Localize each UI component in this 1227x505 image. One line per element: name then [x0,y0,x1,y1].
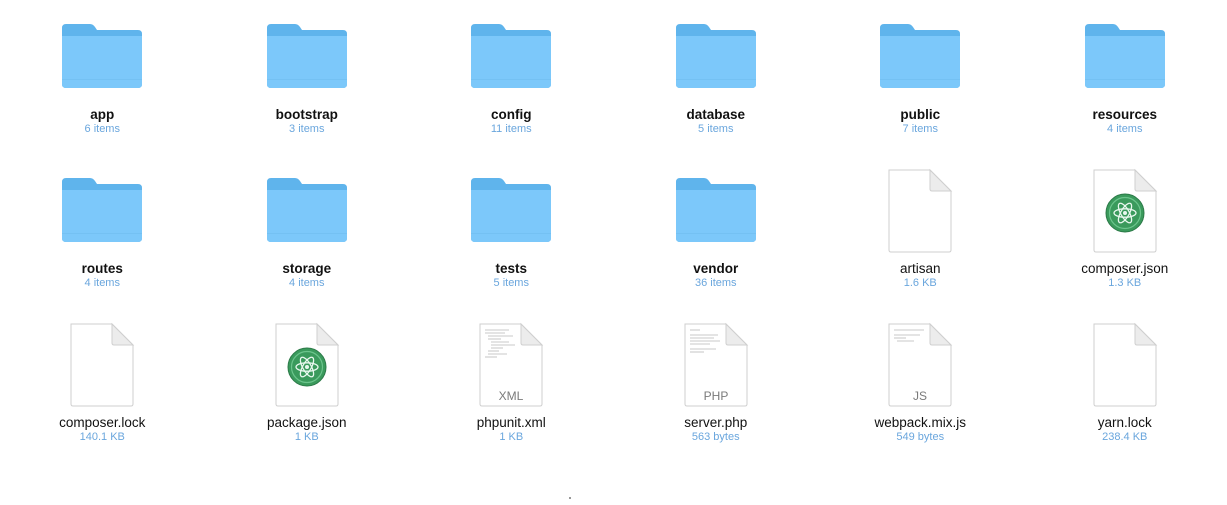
item-count: 7 items [902,123,938,135]
folder-app[interactable]: app 6 items [0,0,205,154]
file-name: yarn.lock [1097,415,1152,430]
file-package-json[interactable]: package.json 1 KB [205,308,410,460]
file-name: webpack.mix.js [874,415,967,430]
file-phpunit-xml[interactable]: XML phpunit.xml 1 KB [409,308,614,460]
folder-database[interactable]: database 5 items [614,0,819,154]
code-document-icon: JS [818,322,1023,416]
folder-name: routes [81,261,123,276]
folder-icon [614,168,819,262]
file-composer-json[interactable]: composer.json 1.3 KB [1023,154,1227,308]
item-count: 36 items [694,277,737,289]
folder-tests[interactable]: tests 5 items [409,154,614,308]
folder-config[interactable]: config 11 items [409,0,614,154]
folder-storage[interactable]: storage 4 items [205,154,410,308]
file-name: package.json [266,415,347,430]
folder-bootstrap[interactable]: bootstrap 3 items [205,0,410,154]
code-document-icon: PHP [614,322,819,416]
finder-icon-grid: app 6 items bootstrap 3 items config 11 … [0,0,1227,460]
stray-dot [569,497,571,499]
file-size: 140.1 KB [79,431,125,443]
folder-icon [205,168,410,262]
item-count: 4 items [84,277,120,289]
folder-icon [0,14,205,108]
item-count: 5 items [493,277,529,289]
file-type-badge: PHP [703,389,728,403]
folder-name: storage [282,261,332,276]
folder-name: public [900,107,941,122]
item-count: 4 items [289,277,325,289]
folder-icon [818,14,1023,108]
folder-icon [205,14,410,108]
file-name: composer.lock [59,415,146,430]
file-type-badge: XML [499,389,524,403]
file-artisan[interactable]: artisan 1.6 KB [818,154,1023,308]
folder-name: resources [1092,107,1158,122]
folder-icon [0,168,205,262]
folder-name: bootstrap [275,107,338,122]
item-count: 4 items [1107,123,1143,135]
folder-name: config [491,107,532,122]
atom-editor-icon [1105,193,1145,233]
document-icon [1023,322,1227,416]
item-count: 3 items [289,123,325,135]
file-size: 1 KB [499,431,524,443]
file-name: server.php [684,415,748,430]
folder-name: tests [495,261,527,276]
file-size: 563 bytes [691,431,740,443]
folder-vendor[interactable]: vendor 36 items [614,154,819,308]
file-webpack-mix-js[interactable]: JS webpack.mix.js 549 bytes [818,308,1023,460]
folder-resources[interactable]: resources 4 items [1023,0,1227,154]
file-name: composer.json [1081,261,1169,276]
file-size: 549 bytes [896,431,945,443]
folder-icon [614,14,819,108]
file-size: 1.3 KB [1108,277,1142,289]
file-size: 1.6 KB [903,277,937,289]
item-count: 6 items [84,123,120,135]
document-icon [205,322,410,416]
file-composer-lock[interactable]: composer.lock 140.1 KB [0,308,205,460]
folder-routes[interactable]: routes 4 items [0,154,205,308]
file-yarn-lock[interactable]: yarn.lock 238.4 KB [1023,308,1227,460]
folder-name: vendor [693,261,739,276]
file-type-badge: JS [913,389,927,403]
folder-icon [409,14,614,108]
file-name: phpunit.xml [476,415,546,430]
folder-name: database [686,107,746,122]
folder-public[interactable]: public 7 items [818,0,1023,154]
document-icon [818,168,1023,262]
code-document-icon: XML [409,322,614,416]
atom-editor-icon [287,347,327,387]
document-icon [0,322,205,416]
folder-icon [1023,14,1227,108]
file-server-php[interactable]: PHP server.php 563 bytes [614,308,819,460]
item-count: 11 items [490,123,532,135]
folder-icon [409,168,614,262]
document-icon [1023,168,1227,262]
file-name: artisan [899,261,941,276]
item-count: 5 items [698,123,734,135]
file-size: 238.4 KB [1102,431,1148,443]
file-size: 1 KB [294,431,319,443]
folder-name: app [90,107,115,122]
